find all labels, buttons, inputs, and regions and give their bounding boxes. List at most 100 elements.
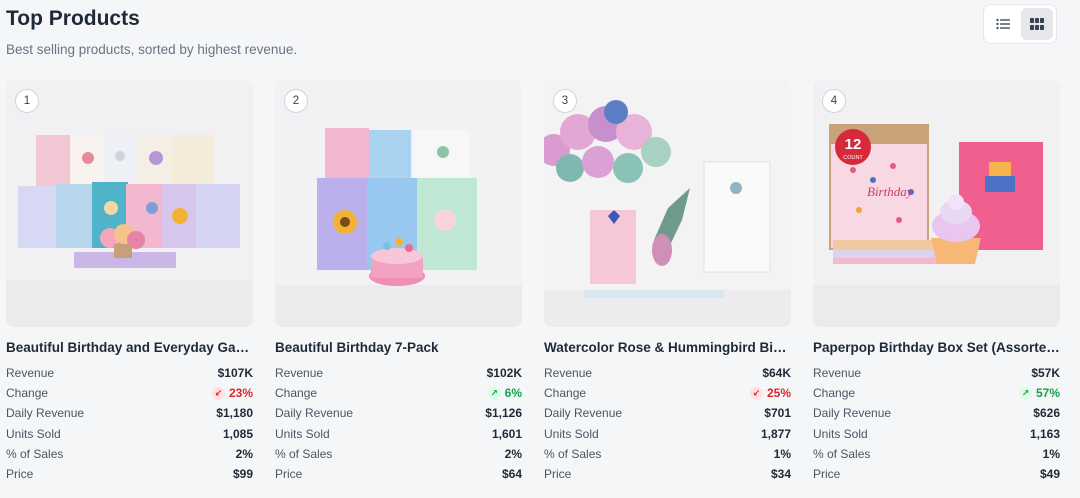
- product-card[interactable]: 1 Beautiful Birthday and Everyday Gard R…: [6, 80, 253, 484]
- daily-revenue-value: $1,180: [216, 406, 253, 421]
- units-sold-label: Units Sold: [813, 426, 868, 441]
- change-percent: 6%: [504, 386, 522, 401]
- rank-badge: 1: [15, 89, 39, 113]
- pct-sales-value: 2%: [504, 446, 522, 461]
- daily-revenue-label: Daily Revenue: [544, 406, 623, 421]
- product-image[interactable]: 3: [544, 80, 791, 327]
- rank-badge: 3: [553, 89, 577, 113]
- price-value: $64: [501, 467, 522, 482]
- pct-sales-value: 1%: [1042, 446, 1060, 461]
- change-row: Change ↗ 57%: [813, 383, 1060, 403]
- change-percent: 57%: [1035, 386, 1060, 401]
- daily-revenue-value: $701: [764, 406, 791, 421]
- daily-revenue-value: $1,126: [485, 406, 522, 421]
- change-label: Change: [275, 386, 318, 401]
- product-name[interactable]: Watercolor Rose & Hummingbird Birthday B…: [544, 339, 791, 357]
- daily-revenue-row: Daily Revenue $1,180: [6, 403, 253, 423]
- pct-sales-row: % of Sales 1%: [813, 444, 1060, 464]
- product-stats: Revenue $107K Change ↙ 23% Daily Revenue…: [6, 363, 253, 484]
- product-stats: Revenue $102K Change ↗ 6% Daily Revenue …: [275, 363, 522, 484]
- top-products-page: Top Products Best selling products, sort…: [0, 0, 1080, 498]
- change-label: Change: [544, 386, 587, 401]
- pct-sales-row: % of Sales 1%: [544, 444, 791, 464]
- page-title: Top Products: [6, 7, 140, 30]
- revenue-value: $102K: [486, 366, 522, 381]
- revenue-row: Revenue $64K: [544, 363, 791, 383]
- price-row: Price $49: [813, 464, 1060, 484]
- units-sold-row: Units Sold 1,601: [275, 424, 522, 444]
- price-row: Price $99: [6, 464, 253, 484]
- daily-revenue-row: Daily Revenue $626: [813, 403, 1060, 423]
- grid-view-button[interactable]: [1021, 8, 1053, 40]
- change-value: ↙ 23%: [211, 386, 253, 401]
- rank-badge: 2: [284, 89, 308, 113]
- change-label: Change: [6, 386, 49, 401]
- change-percent: 25%: [766, 386, 791, 401]
- units-sold-row: Units Sold 1,085: [6, 424, 253, 444]
- change-value: ↗ 57%: [1018, 386, 1060, 401]
- units-sold-row: Units Sold 1,877: [544, 424, 791, 444]
- pct-sales-label: % of Sales: [275, 446, 333, 461]
- product-name[interactable]: Beautiful Birthday and Everyday Garden B…: [6, 339, 253, 357]
- change-label: Change: [813, 386, 856, 401]
- daily-revenue-value: $626: [1033, 406, 1060, 421]
- rank-badge: 4: [822, 89, 846, 113]
- change-row: Change ↗ 6%: [275, 383, 522, 403]
- product-card[interactable]: 3 Watercolor Rose & Hummingbird Birth Re…: [544, 80, 791, 484]
- revenue-value: $107K: [217, 366, 253, 381]
- units-sold-value: 1,601: [491, 426, 522, 441]
- product-image[interactable]: 2: [275, 80, 522, 327]
- arrow-down-left-icon: ↙: [749, 386, 763, 400]
- price-label: Price: [813, 467, 841, 482]
- pct-sales-row: % of Sales 2%: [275, 444, 522, 464]
- birthday-box-illustration: Birthday 12 COUNT: [813, 80, 1060, 327]
- units-sold-value: 1,085: [222, 426, 253, 441]
- price-row: Price $64: [275, 464, 522, 484]
- product-stats: Revenue $64K Change ↙ 25% Daily Revenue …: [544, 363, 791, 484]
- revenue-label: Revenue: [6, 366, 55, 381]
- change-percent: 23%: [228, 386, 253, 401]
- revenue-row: Revenue $57K: [813, 363, 1060, 383]
- product-card[interactable]: 2 Beautiful Birthday 7-Pack Revenue $102…: [275, 80, 522, 484]
- units-sold-label: Units Sold: [544, 426, 599, 441]
- product-name[interactable]: Paperpop Birthday Box Set (Assorted 12 C…: [813, 339, 1060, 357]
- list-view-button[interactable]: [987, 8, 1019, 40]
- units-sold-label: Units Sold: [275, 426, 330, 441]
- units-sold-value: 1,163: [1029, 426, 1060, 441]
- revenue-label: Revenue: [544, 366, 593, 381]
- price-value: $34: [770, 467, 791, 482]
- product-image[interactable]: 4 Birthday 12 COUNT: [813, 80, 1060, 327]
- card-7-pack-illustration: [275, 80, 522, 327]
- product-stats: Revenue $57K Change ↗ 57% Daily Revenue …: [813, 363, 1060, 484]
- box-script-text: Birthday: [867, 184, 913, 199]
- rose-hummingbird-illustration: [544, 80, 791, 327]
- change-row: Change ↙ 23%: [6, 383, 253, 403]
- page-subtitle: Best selling products, sorted by highest…: [6, 42, 298, 57]
- pct-sales-value: 2%: [235, 446, 253, 461]
- price-row: Price $34: [544, 464, 791, 484]
- pct-sales-value: 1%: [773, 446, 791, 461]
- daily-revenue-row: Daily Revenue $1,126: [275, 403, 522, 423]
- grid-icon: [1030, 18, 1044, 30]
- product-name[interactable]: Beautiful Birthday 7-Pack: [275, 339, 522, 357]
- change-row: Change ↙ 25%: [544, 383, 791, 403]
- price-label: Price: [275, 467, 303, 482]
- change-value: ↙ 25%: [749, 386, 791, 401]
- pct-sales-label: % of Sales: [6, 446, 64, 461]
- arrow-up-right-icon: ↗: [1018, 386, 1032, 400]
- daily-revenue-label: Daily Revenue: [813, 406, 892, 421]
- product-grid: 1 Beautiful Birthday and Everyday Gard R…: [6, 80, 1060, 484]
- pct-sales-label: % of Sales: [544, 446, 602, 461]
- pct-sales-label: % of Sales: [813, 446, 871, 461]
- price-value: $49: [1039, 467, 1060, 482]
- product-image[interactable]: 1: [6, 80, 253, 327]
- price-value: $99: [232, 467, 253, 482]
- arrow-down-left-icon: ↙: [211, 386, 225, 400]
- revenue-value: $57K: [1031, 366, 1060, 381]
- pct-sales-row: % of Sales 2%: [6, 444, 253, 464]
- view-toggle: [983, 4, 1057, 44]
- arrow-up-right-icon: ↗: [487, 386, 501, 400]
- product-card[interactable]: 4 Birthday 12 COUNT Paperpop Birthday Bo…: [813, 80, 1060, 484]
- card-bundle-illustration: [6, 80, 253, 327]
- units-sold-value: 1,877: [760, 426, 791, 441]
